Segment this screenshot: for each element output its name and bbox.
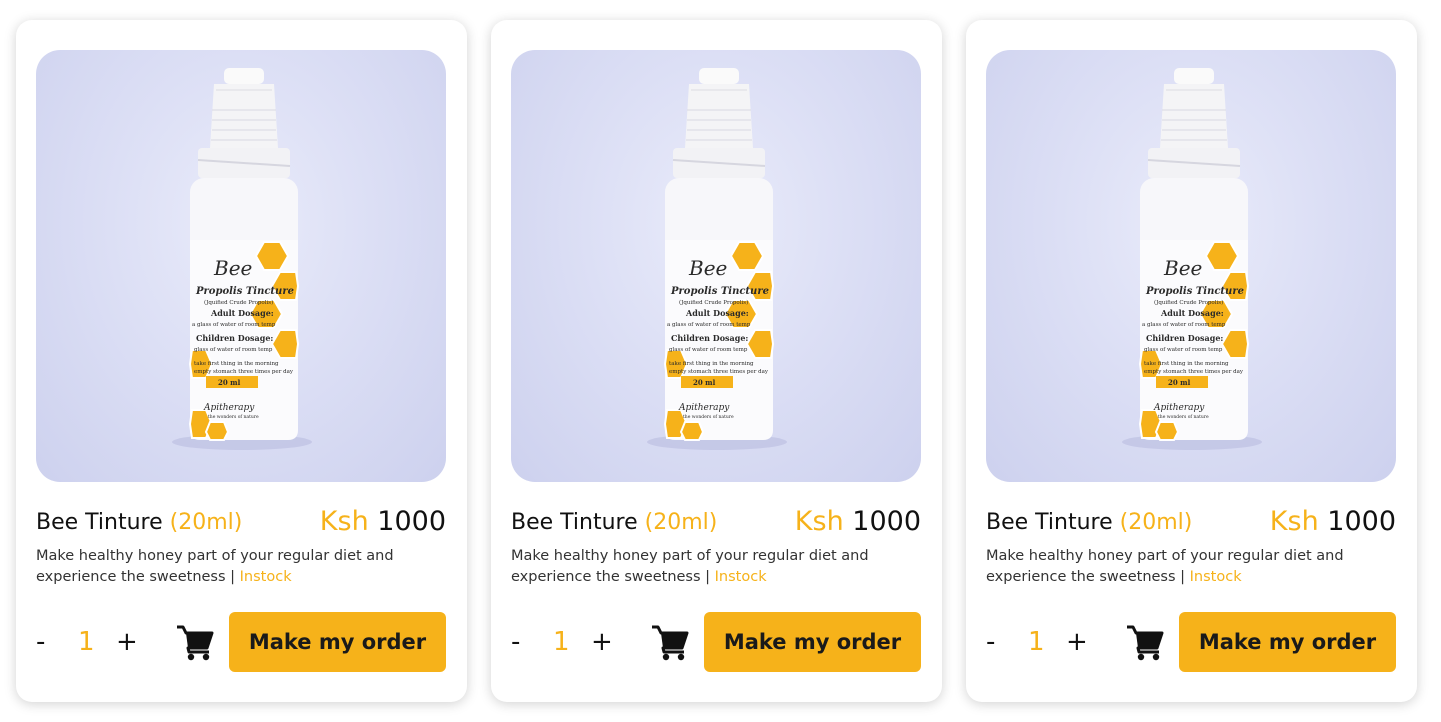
svg-text:20 ml: 20 ml (218, 378, 241, 387)
product-name: Bee Tinture (20ml) (511, 510, 717, 535)
product-size: (20ml) (1119, 510, 1193, 535)
product-image: Bee Propolis Tincture (Jquified Crude Pr… (511, 50, 921, 482)
price-amount: 1000 (852, 506, 921, 537)
svg-text:take first thing in the mornin: take first thing in the morning (669, 361, 754, 367)
product-card: Bee Propolis Tincture (Jquified Crude Pr… (966, 20, 1417, 702)
stock-status: Instock (1189, 569, 1242, 585)
increase-quantity-button[interactable]: + (591, 624, 613, 660)
svg-text:the wonders of nature: the wonders of nature (1158, 414, 1209, 420)
make-order-button[interactable]: Make my order (1179, 612, 1396, 672)
product-description: Make healthy honey part of your regular … (36, 546, 446, 588)
svg-text:Propolis Tincture: Propolis Tincture (195, 286, 294, 297)
product-name-text: Bee Tinture (986, 510, 1113, 535)
svg-text:glass of water of room temp: glass of water of room temp (1144, 347, 1223, 353)
svg-text:(Jquified Crude Propolis): (Jquified Crude Propolis) (679, 299, 748, 306)
title-row: Bee Tinture (20ml) Ksh 1000 (511, 506, 921, 542)
svg-text:a glass of water of room temp: a glass of water of room temp (667, 322, 751, 328)
description-text: Make healthy honey part of your regular … (986, 548, 1344, 585)
description-text: Make healthy honey part of your regular … (511, 548, 869, 585)
shopping-cart-icon[interactable] (1126, 624, 1164, 662)
svg-text:a glass of water of room temp: a glass of water of room temp (192, 322, 276, 328)
product-description: Make healthy honey part of your regular … (511, 546, 921, 588)
svg-text:glass of water of room temp: glass of water of room temp (669, 347, 748, 353)
quantity-value: 1 (553, 627, 570, 657)
decrease-quantity-button[interactable]: - (986, 624, 995, 660)
make-order-button[interactable]: Make my order (704, 612, 921, 672)
decrease-quantity-button[interactable]: - (511, 624, 520, 660)
bottle-illustration: Bee Propolis Tincture (Jquified Crude Pr… (647, 68, 787, 450)
svg-text:Apitherapy: Apitherapy (678, 403, 730, 413)
price-currency: Ksh (319, 506, 369, 537)
svg-text:a glass of water of room temp: a glass of water of room temp (1142, 322, 1226, 328)
product-image: Bee Propolis Tincture (Jquified Crude Pr… (36, 50, 446, 482)
svg-text:Bee: Bee (1163, 256, 1202, 280)
product-name-text: Bee Tinture (36, 510, 163, 535)
svg-text:Apitherapy: Apitherapy (1153, 403, 1205, 413)
description-text: Make healthy honey part of your regular … (36, 548, 394, 585)
svg-text:Children Dosage:: Children Dosage: (196, 333, 273, 343)
svg-text:empty stomach three times per: empty stomach three times per day (194, 369, 294, 375)
product-description: Make healthy honey part of your regular … (986, 546, 1396, 588)
bottle-illustration: Bee Propolis Tincture (Jquified Crude Pr… (172, 68, 312, 450)
svg-text:20 ml: 20 ml (1168, 378, 1191, 387)
svg-text:empty stomach three times per: empty stomach three times per day (1144, 369, 1244, 375)
product-name: Bee Tinture (20ml) (36, 510, 242, 535)
product-grid: Bee Propolis Tincture (Jquified Crude Pr… (0, 0, 1441, 722)
svg-text:empty stomach three times per: empty stomach three times per day (669, 369, 769, 375)
title-row: Bee Tinture (20ml) Ksh 1000 (36, 506, 446, 542)
title-row: Bee Tinture (20ml) Ksh 1000 (986, 506, 1396, 542)
svg-text:the wonders of nature: the wonders of nature (683, 414, 734, 420)
stock-status: Instock (714, 569, 767, 585)
svg-text:Children Dosage:: Children Dosage: (671, 333, 748, 343)
increase-quantity-button[interactable]: + (116, 624, 138, 660)
svg-text:(Jquified Crude Propolis): (Jquified Crude Propolis) (1154, 299, 1223, 306)
svg-text:20 ml: 20 ml (693, 378, 716, 387)
svg-text:Children Dosage:: Children Dosage: (1146, 333, 1223, 343)
svg-text:(Jquified Crude Propolis): (Jquified Crude Propolis) (204, 299, 273, 306)
svg-text:Apitherapy: Apitherapy (203, 403, 255, 413)
svg-text:Adult Dosage:: Adult Dosage: (685, 308, 749, 318)
quantity-value: 1 (78, 627, 95, 657)
svg-text:Bee: Bee (688, 256, 727, 280)
svg-text:take first thing in the mornin: take first thing in the morning (1144, 361, 1229, 367)
bottle-illustration: Bee Propolis Tincture (Jquified Crude Pr… (1122, 68, 1262, 450)
svg-text:glass of water of room temp: glass of water of room temp (194, 347, 273, 353)
product-name-text: Bee Tinture (511, 510, 638, 535)
shopping-cart-icon[interactable] (176, 624, 214, 662)
increase-quantity-button[interactable]: + (1066, 624, 1088, 660)
order-controls: - 1 + Make my order (986, 612, 1396, 672)
svg-text:Propolis Tincture: Propolis Tincture (1145, 286, 1244, 297)
order-controls: - 1 + Make my order (36, 612, 446, 672)
product-card: Bee Propolis Tincture (Jquified Crude Pr… (16, 20, 467, 702)
price-amount: 1000 (377, 506, 446, 537)
price-currency: Ksh (1269, 506, 1319, 537)
decrease-quantity-button[interactable]: - (36, 624, 45, 660)
product-card: Bee Propolis Tincture (Jquified Crude Pr… (491, 20, 942, 702)
quantity-value: 1 (1028, 627, 1045, 657)
make-order-button[interactable]: Make my order (229, 612, 446, 672)
svg-text:Propolis Tincture: Propolis Tincture (670, 286, 769, 297)
price-amount: 1000 (1327, 506, 1396, 537)
product-price: Ksh 1000 (1270, 506, 1396, 537)
product-image: Bee Propolis Tincture (Jquified Crude Pr… (986, 50, 1396, 482)
product-price: Ksh 1000 (320, 506, 446, 537)
svg-text:the wonders of nature: the wonders of nature (208, 414, 259, 420)
svg-text:Bee: Bee (213, 256, 252, 280)
svg-text:Adult Dosage:: Adult Dosage: (1160, 308, 1224, 318)
order-controls: - 1 + Make my order (511, 612, 921, 672)
stock-status: Instock (239, 569, 292, 585)
svg-text:take first thing in the mornin: take first thing in the morning (194, 361, 279, 367)
shopping-cart-icon[interactable] (651, 624, 689, 662)
price-currency: Ksh (794, 506, 844, 537)
svg-text:Adult Dosage:: Adult Dosage: (210, 308, 274, 318)
product-price: Ksh 1000 (795, 506, 921, 537)
product-name: Bee Tinture (20ml) (986, 510, 1192, 535)
product-size: (20ml) (644, 510, 718, 535)
product-size: (20ml) (169, 510, 243, 535)
